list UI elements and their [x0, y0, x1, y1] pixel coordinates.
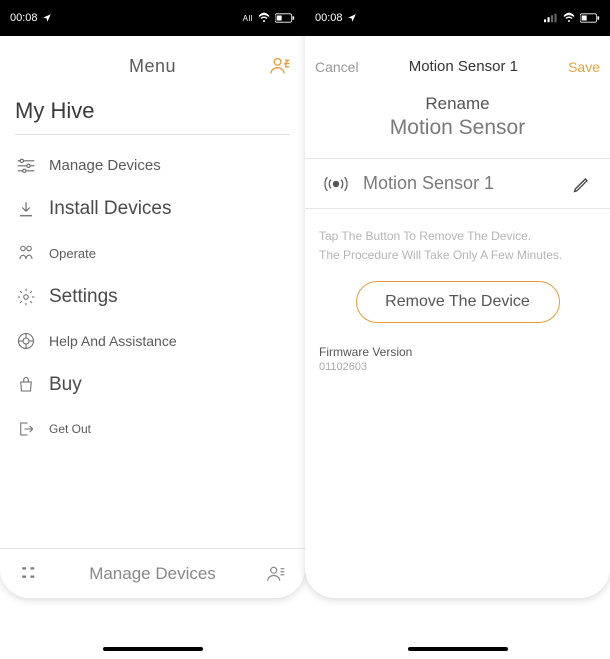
firmware-label: Firmware Version: [319, 345, 596, 359]
location-icon: [347, 13, 357, 23]
menu-label: Manage Devices: [49, 157, 161, 174]
remove-button-label: Remove The Device: [385, 293, 530, 311]
gear-icon: [15, 286, 37, 308]
network-label: All: [243, 14, 253, 23]
battery-icon: [275, 13, 295, 23]
save-button[interactable]: Save: [568, 59, 600, 75]
menu-label: Get Out: [49, 422, 91, 436]
menu-title: Menu: [129, 56, 176, 77]
device-name-input-row[interactable]: Motion Sensor 1: [305, 158, 610, 209]
menu-label: Buy: [49, 374, 82, 396]
device-name-field[interactable]: Motion Sensor 1: [363, 173, 572, 194]
download-icon: [15, 198, 37, 220]
hint-line: Tap The Button To Remove The Device.: [319, 227, 596, 246]
status-time: 00:08: [10, 12, 38, 24]
menu-item-logout[interactable]: Get Out: [0, 407, 305, 451]
help-icon: [15, 330, 37, 352]
remove-device-button[interactable]: Remove The Device: [356, 281, 560, 323]
menu-item-buy[interactable]: Buy: [0, 363, 305, 407]
home-indicator-bar: [408, 647, 508, 651]
firmware-value: 01102603: [319, 361, 596, 373]
menu-item-operate[interactable]: Operate: [0, 231, 305, 275]
battery-icon: [580, 13, 600, 23]
menu-item-manage-devices[interactable]: Manage Devices: [0, 143, 305, 187]
menu-list: Manage Devices Install Devices Operate S…: [0, 135, 305, 451]
menu-item-help[interactable]: Help And Assistance: [0, 319, 305, 363]
pencil-icon[interactable]: [572, 174, 592, 194]
home-indicator-bar: [103, 647, 203, 651]
account-icon[interactable]: [270, 57, 290, 75]
bottom-bar: Manage Devices: [0, 548, 305, 598]
sliders-icon: [15, 154, 37, 176]
remove-hint: Tap The Button To Remove The Device. The…: [305, 209, 610, 271]
header-title: Motion Sensor 1: [409, 58, 518, 75]
signal-icon: [544, 13, 558, 23]
status-bar: 00:08 All: [0, 0, 305, 36]
home-indicators: [0, 647, 610, 651]
left-screen: 00:08 All Menu My Hive Mana: [0, 0, 305, 598]
grid-icon[interactable]: [20, 565, 38, 583]
section-title: My Hive: [0, 86, 305, 134]
motion-sensor-icon: [323, 175, 349, 193]
menu-label: Settings: [49, 286, 118, 308]
cancel-button[interactable]: Cancel: [315, 59, 359, 75]
operate-icon: [15, 242, 37, 264]
hint-line: The Procedure Will Take Only A Few Minut…: [319, 246, 596, 265]
menu-item-settings[interactable]: Settings: [0, 275, 305, 319]
location-icon: [42, 13, 52, 23]
device-header: Cancel Motion Sensor 1 Save: [305, 36, 610, 86]
menu-label: Help And Assistance: [49, 333, 177, 349]
rename-sub: Motion Sensor: [305, 116, 610, 140]
menu-label: Operate: [49, 246, 96, 261]
logout-icon: [15, 418, 37, 440]
status-bar: 00:08: [305, 0, 610, 36]
rename-block: Rename Motion Sensor: [305, 86, 610, 144]
status-time: 00:08: [315, 12, 343, 24]
bag-icon: [15, 374, 37, 396]
menu-item-install-devices[interactable]: Install Devices: [0, 187, 305, 231]
menu-header: Menu: [0, 36, 305, 86]
wifi-icon: [562, 12, 576, 24]
wifi-icon: [257, 12, 271, 24]
right-screen: 00:08 Cancel Motion Sensor 1 Save Rename…: [305, 0, 610, 598]
firmware-block: Firmware Version 01102603: [305, 323, 610, 373]
account-icon[interactable]: [267, 566, 285, 582]
bottom-title: Manage Devices: [89, 564, 216, 584]
rename-label: Rename: [305, 94, 610, 114]
menu-label: Install Devices: [49, 198, 172, 220]
